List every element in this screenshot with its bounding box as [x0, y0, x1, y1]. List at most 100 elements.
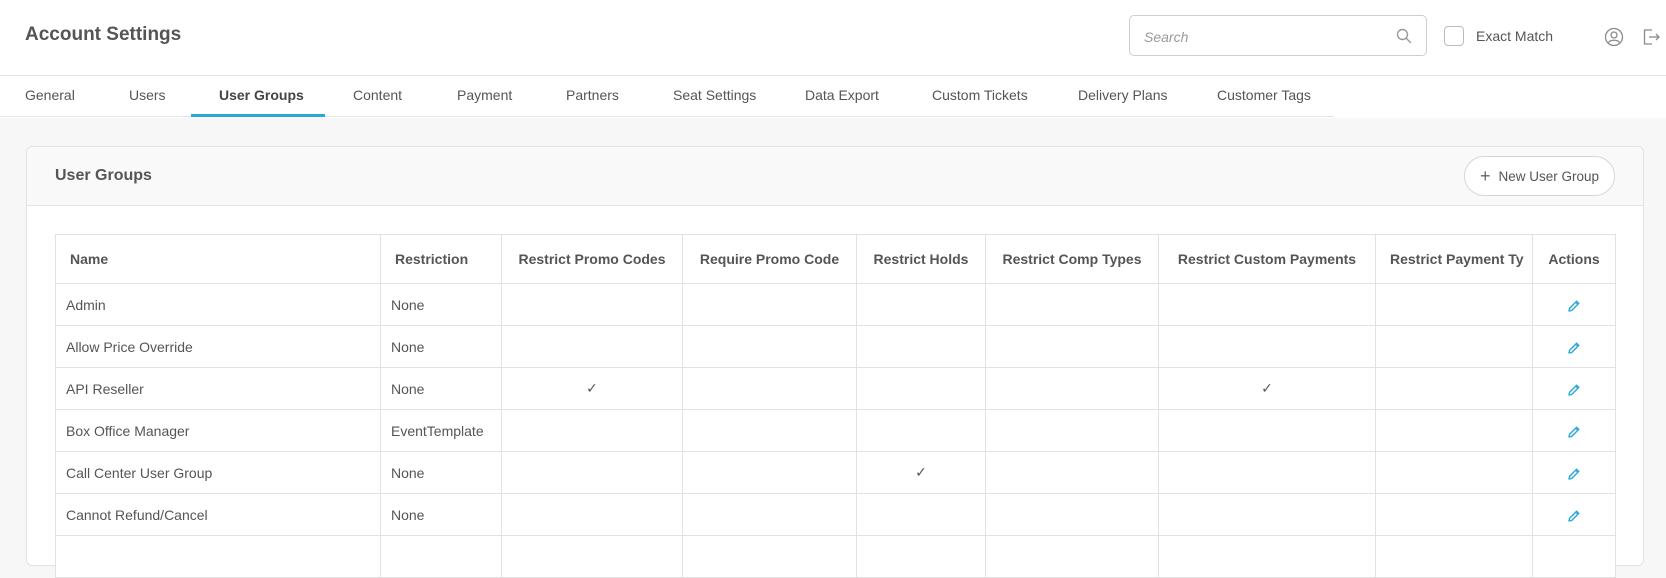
- flag-cell: [1375, 535, 1533, 578]
- flag-cell: [501, 283, 683, 326]
- flag-cell: [1375, 409, 1533, 452]
- new-user-group-label: New User Group: [1498, 168, 1600, 184]
- table-row[interactable]: Call Center User Group None ✓: [55, 451, 1616, 494]
- tab-custom-tickets[interactable]: Custom Tickets: [932, 76, 1028, 118]
- flag-cell: [682, 535, 857, 578]
- flag-cell: [1158, 325, 1376, 368]
- user-circle-icon[interactable]: [1604, 27, 1624, 47]
- table-row[interactable]: [55, 535, 1616, 578]
- flag-cell: [856, 535, 986, 578]
- active-tab-indicator: [191, 114, 325, 117]
- pencil-icon[interactable]: [1567, 425, 1581, 439]
- flag-cell: [856, 283, 986, 326]
- column-header[interactable]: Require Promo Code: [682, 234, 857, 284]
- flag-cell: [682, 367, 857, 410]
- page-title: Account Settings: [25, 24, 182, 45]
- column-header[interactable]: Restriction: [380, 234, 502, 284]
- group-name-cell: Call Center User Group: [55, 451, 381, 494]
- tab-customer-tags[interactable]: Customer Tags: [1217, 76, 1311, 118]
- pencil-icon[interactable]: [1567, 509, 1581, 523]
- flag-cell: [985, 535, 1159, 578]
- pencil-icon[interactable]: [1567, 383, 1581, 397]
- flag-cell: [985, 367, 1159, 410]
- table-row[interactable]: API Reseller None ✓ ✓: [55, 367, 1616, 410]
- search-box[interactable]: [1129, 15, 1427, 56]
- tab-seat-settings[interactable]: Seat Settings: [673, 76, 756, 118]
- tab-partners[interactable]: Partners: [566, 76, 619, 118]
- tab-payment[interactable]: Payment: [457, 76, 512, 118]
- column-header[interactable]: Name: [55, 234, 381, 284]
- table-row[interactable]: Box Office Manager EventTemplate: [55, 409, 1616, 452]
- flag-cell: [682, 283, 857, 326]
- settings-tabs: General Users User Groups Content Paymen…: [0, 76, 1666, 118]
- restriction-cell: [380, 535, 502, 578]
- new-user-group-button[interactable]: + New User Group: [1464, 156, 1615, 196]
- exact-match-checkbox[interactable]: [1444, 26, 1464, 46]
- group-name-cell: Cannot Refund/Cancel: [55, 493, 381, 536]
- restriction-cell: None: [380, 493, 502, 536]
- flag-cell: [985, 409, 1159, 452]
- column-header[interactable]: Restrict Promo Codes: [501, 234, 683, 284]
- table-row[interactable]: Cannot Refund/Cancel None: [55, 493, 1616, 536]
- tab-data-export[interactable]: Data Export: [805, 76, 879, 118]
- flag-cell: [985, 451, 1159, 494]
- flag-cell: [856, 493, 986, 536]
- flag-cell: [856, 325, 986, 368]
- flag-cell: ✓: [1158, 367, 1376, 410]
- pencil-icon[interactable]: [1567, 299, 1581, 313]
- actions-cell: [1532, 535, 1616, 578]
- column-header[interactable]: Restrict Payment Ty: [1375, 234, 1533, 284]
- actions-cell: [1532, 451, 1616, 494]
- group-name-cell: Allow Price Override: [55, 325, 381, 368]
- pencil-icon[interactable]: [1567, 467, 1581, 481]
- column-header[interactable]: Restrict Custom Payments: [1158, 234, 1376, 284]
- pencil-icon[interactable]: [1567, 341, 1581, 355]
- search-icon[interactable]: [1396, 28, 1412, 44]
- flag-cell: [1158, 535, 1376, 578]
- checkmark-icon: ✓: [586, 380, 598, 396]
- column-header[interactable]: Restrict Comp Types: [985, 234, 1159, 284]
- column-header[interactable]: Restrict Holds: [856, 234, 986, 284]
- actions-cell: [1532, 283, 1616, 326]
- tab-general[interactable]: General: [25, 76, 75, 118]
- flag-cell: ✓: [501, 367, 683, 410]
- restriction-cell: None: [380, 451, 502, 494]
- flag-cell: [985, 325, 1159, 368]
- card-header: User Groups + New User Group: [27, 147, 1643, 206]
- restriction-cell: None: [380, 283, 502, 326]
- flag-cell: [501, 535, 683, 578]
- tab-content[interactable]: Content: [353, 76, 402, 118]
- flag-cell: [856, 409, 986, 452]
- flag-cell: [1158, 451, 1376, 494]
- restriction-cell: None: [380, 367, 502, 410]
- group-name-cell: Admin: [55, 283, 381, 326]
- flag-cell: [682, 451, 857, 494]
- card-title: User Groups: [55, 167, 152, 184]
- search-input[interactable]: [1142, 25, 1386, 49]
- flag-cell: [1375, 325, 1533, 368]
- flag-cell: [682, 409, 857, 452]
- plus-icon: +: [1479, 166, 1491, 186]
- table-body: Admin None Allow Price Override None API Res…: [55, 283, 1616, 578]
- flag-cell: [682, 325, 857, 368]
- tab-delivery-plans[interactable]: Delivery Plans: [1078, 76, 1167, 118]
- flag-cell: [1158, 493, 1376, 536]
- tab-user-groups[interactable]: User Groups: [219, 76, 304, 118]
- table-row[interactable]: Allow Price Override None: [55, 325, 1616, 368]
- table-header-row: Name Restriction Restrict Promo Codes Re…: [55, 234, 1616, 284]
- flag-cell: ✓: [856, 451, 986, 494]
- table-row[interactable]: Admin None: [55, 283, 1616, 326]
- user-groups-table: Name Restriction Restrict Promo Codes Re…: [55, 234, 1616, 578]
- checkmark-icon: ✓: [1261, 380, 1273, 396]
- actions-cell: [1532, 325, 1616, 368]
- flag-cell: [985, 283, 1159, 326]
- logout-icon[interactable]: [1641, 27, 1661, 47]
- flag-cell: [856, 367, 986, 410]
- flag-cell: [682, 493, 857, 536]
- flag-cell: [1375, 367, 1533, 410]
- flag-cell: [1375, 283, 1533, 326]
- flag-cell: [1158, 283, 1376, 326]
- actions-cell: [1532, 367, 1616, 410]
- flag-cell: [501, 493, 683, 536]
- tab-users[interactable]: Users: [129, 76, 166, 118]
